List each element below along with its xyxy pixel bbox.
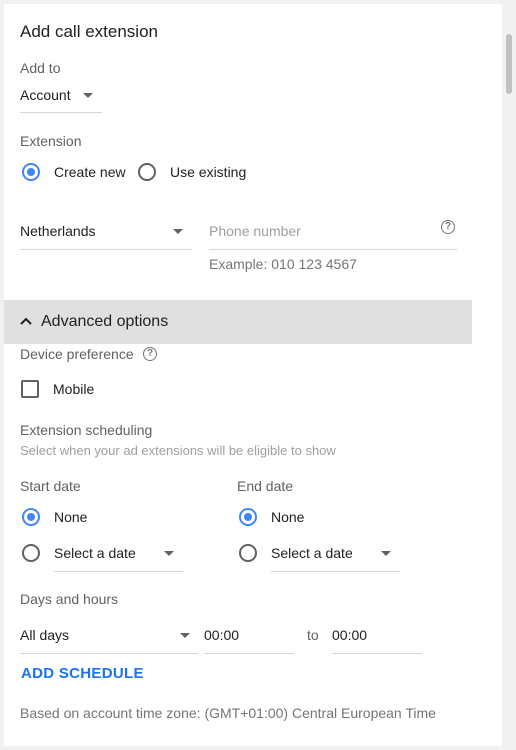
end-date-underline — [271, 571, 400, 572]
phone-underline — [209, 249, 457, 250]
start-date-dropdown[interactable]: Select a date — [54, 542, 183, 572]
advanced-options-toggle[interactable]: Advanced options — [4, 300, 472, 344]
phone-number-field[interactable]: Phone number ? — [209, 220, 457, 250]
extension-label: Extension — [20, 133, 82, 149]
days-dropdown[interactable]: All days — [20, 624, 198, 654]
chevron-down-icon — [83, 93, 93, 98]
add-to-value: Account — [20, 87, 71, 103]
days-value: All days — [20, 627, 70, 643]
advanced-options-label: Advanced options — [41, 313, 169, 330]
end-date-select-radio[interactable] — [239, 544, 257, 562]
scheduling-hint: Select when your ad extensions will be e… — [20, 443, 336, 458]
days-underline — [20, 653, 198, 654]
chevron-down-icon — [173, 229, 183, 234]
create-new-label[interactable]: Create new — [54, 164, 126, 180]
start-date-none-label[interactable]: None — [54, 509, 87, 525]
to-label: to — [307, 627, 319, 643]
chevron-down-icon — [180, 633, 190, 638]
device-preference-label: Device preference — [20, 346, 134, 362]
days-hours-label: Days and hours — [20, 591, 119, 607]
dialog-title: Add call extension — [20, 22, 158, 41]
chevron-down-icon — [381, 551, 391, 556]
mobile-label[interactable]: Mobile — [53, 381, 94, 397]
end-date-none-radio[interactable] — [239, 508, 257, 526]
add-to-dropdown[interactable]: Account — [20, 84, 102, 113]
start-date-select-radio[interactable] — [22, 544, 40, 562]
scrollbar-track[interactable] — [502, 4, 516, 746]
from-time-underline — [204, 653, 294, 654]
add-to-label: Add to — [20, 60, 61, 76]
to-time-underline — [332, 653, 422, 654]
from-time-value: 00:00 — [204, 627, 240, 643]
start-date-none-radio[interactable] — [22, 508, 40, 526]
use-existing-label[interactable]: Use existing — [170, 164, 246, 180]
timezone-note: Based on account time zone: (GMT+01:00) … — [20, 705, 436, 721]
country-underline — [20, 249, 192, 250]
add-to-underline — [20, 112, 102, 113]
mobile-checkbox[interactable] — [21, 380, 39, 398]
phone-number-input[interactable]: Phone number — [209, 223, 301, 239]
country-value: Netherlands — [20, 223, 96, 239]
to-time-field[interactable]: 00:00 — [332, 624, 422, 654]
scheduling-label: Extension scheduling — [20, 422, 153, 438]
chevron-up-icon — [20, 317, 32, 325]
chevron-down-icon — [164, 551, 174, 556]
create-new-radio[interactable] — [22, 163, 40, 181]
end-date-dropdown[interactable]: Select a date — [271, 542, 400, 572]
phone-example: Example: 010 123 4567 — [209, 256, 357, 272]
help-icon[interactable]: ? — [441, 220, 455, 234]
start-date-select-label: Select a date — [54, 545, 136, 561]
scrollbar-thumb[interactable] — [506, 34, 512, 94]
from-time-field[interactable]: 00:00 — [204, 624, 294, 654]
end-date-none-label[interactable]: None — [271, 509, 304, 525]
start-date-label: Start date — [20, 478, 81, 494]
use-existing-radio[interactable] — [138, 163, 156, 181]
end-date-label: End date — [237, 478, 294, 494]
start-date-underline — [54, 571, 183, 572]
end-date-select-label: Select a date — [271, 545, 353, 561]
add-schedule-button[interactable]: ADD SCHEDULE — [21, 665, 144, 682]
to-time-value: 00:00 — [332, 627, 368, 643]
country-dropdown[interactable]: Netherlands — [20, 220, 192, 250]
help-icon[interactable]: ? — [143, 347, 157, 361]
